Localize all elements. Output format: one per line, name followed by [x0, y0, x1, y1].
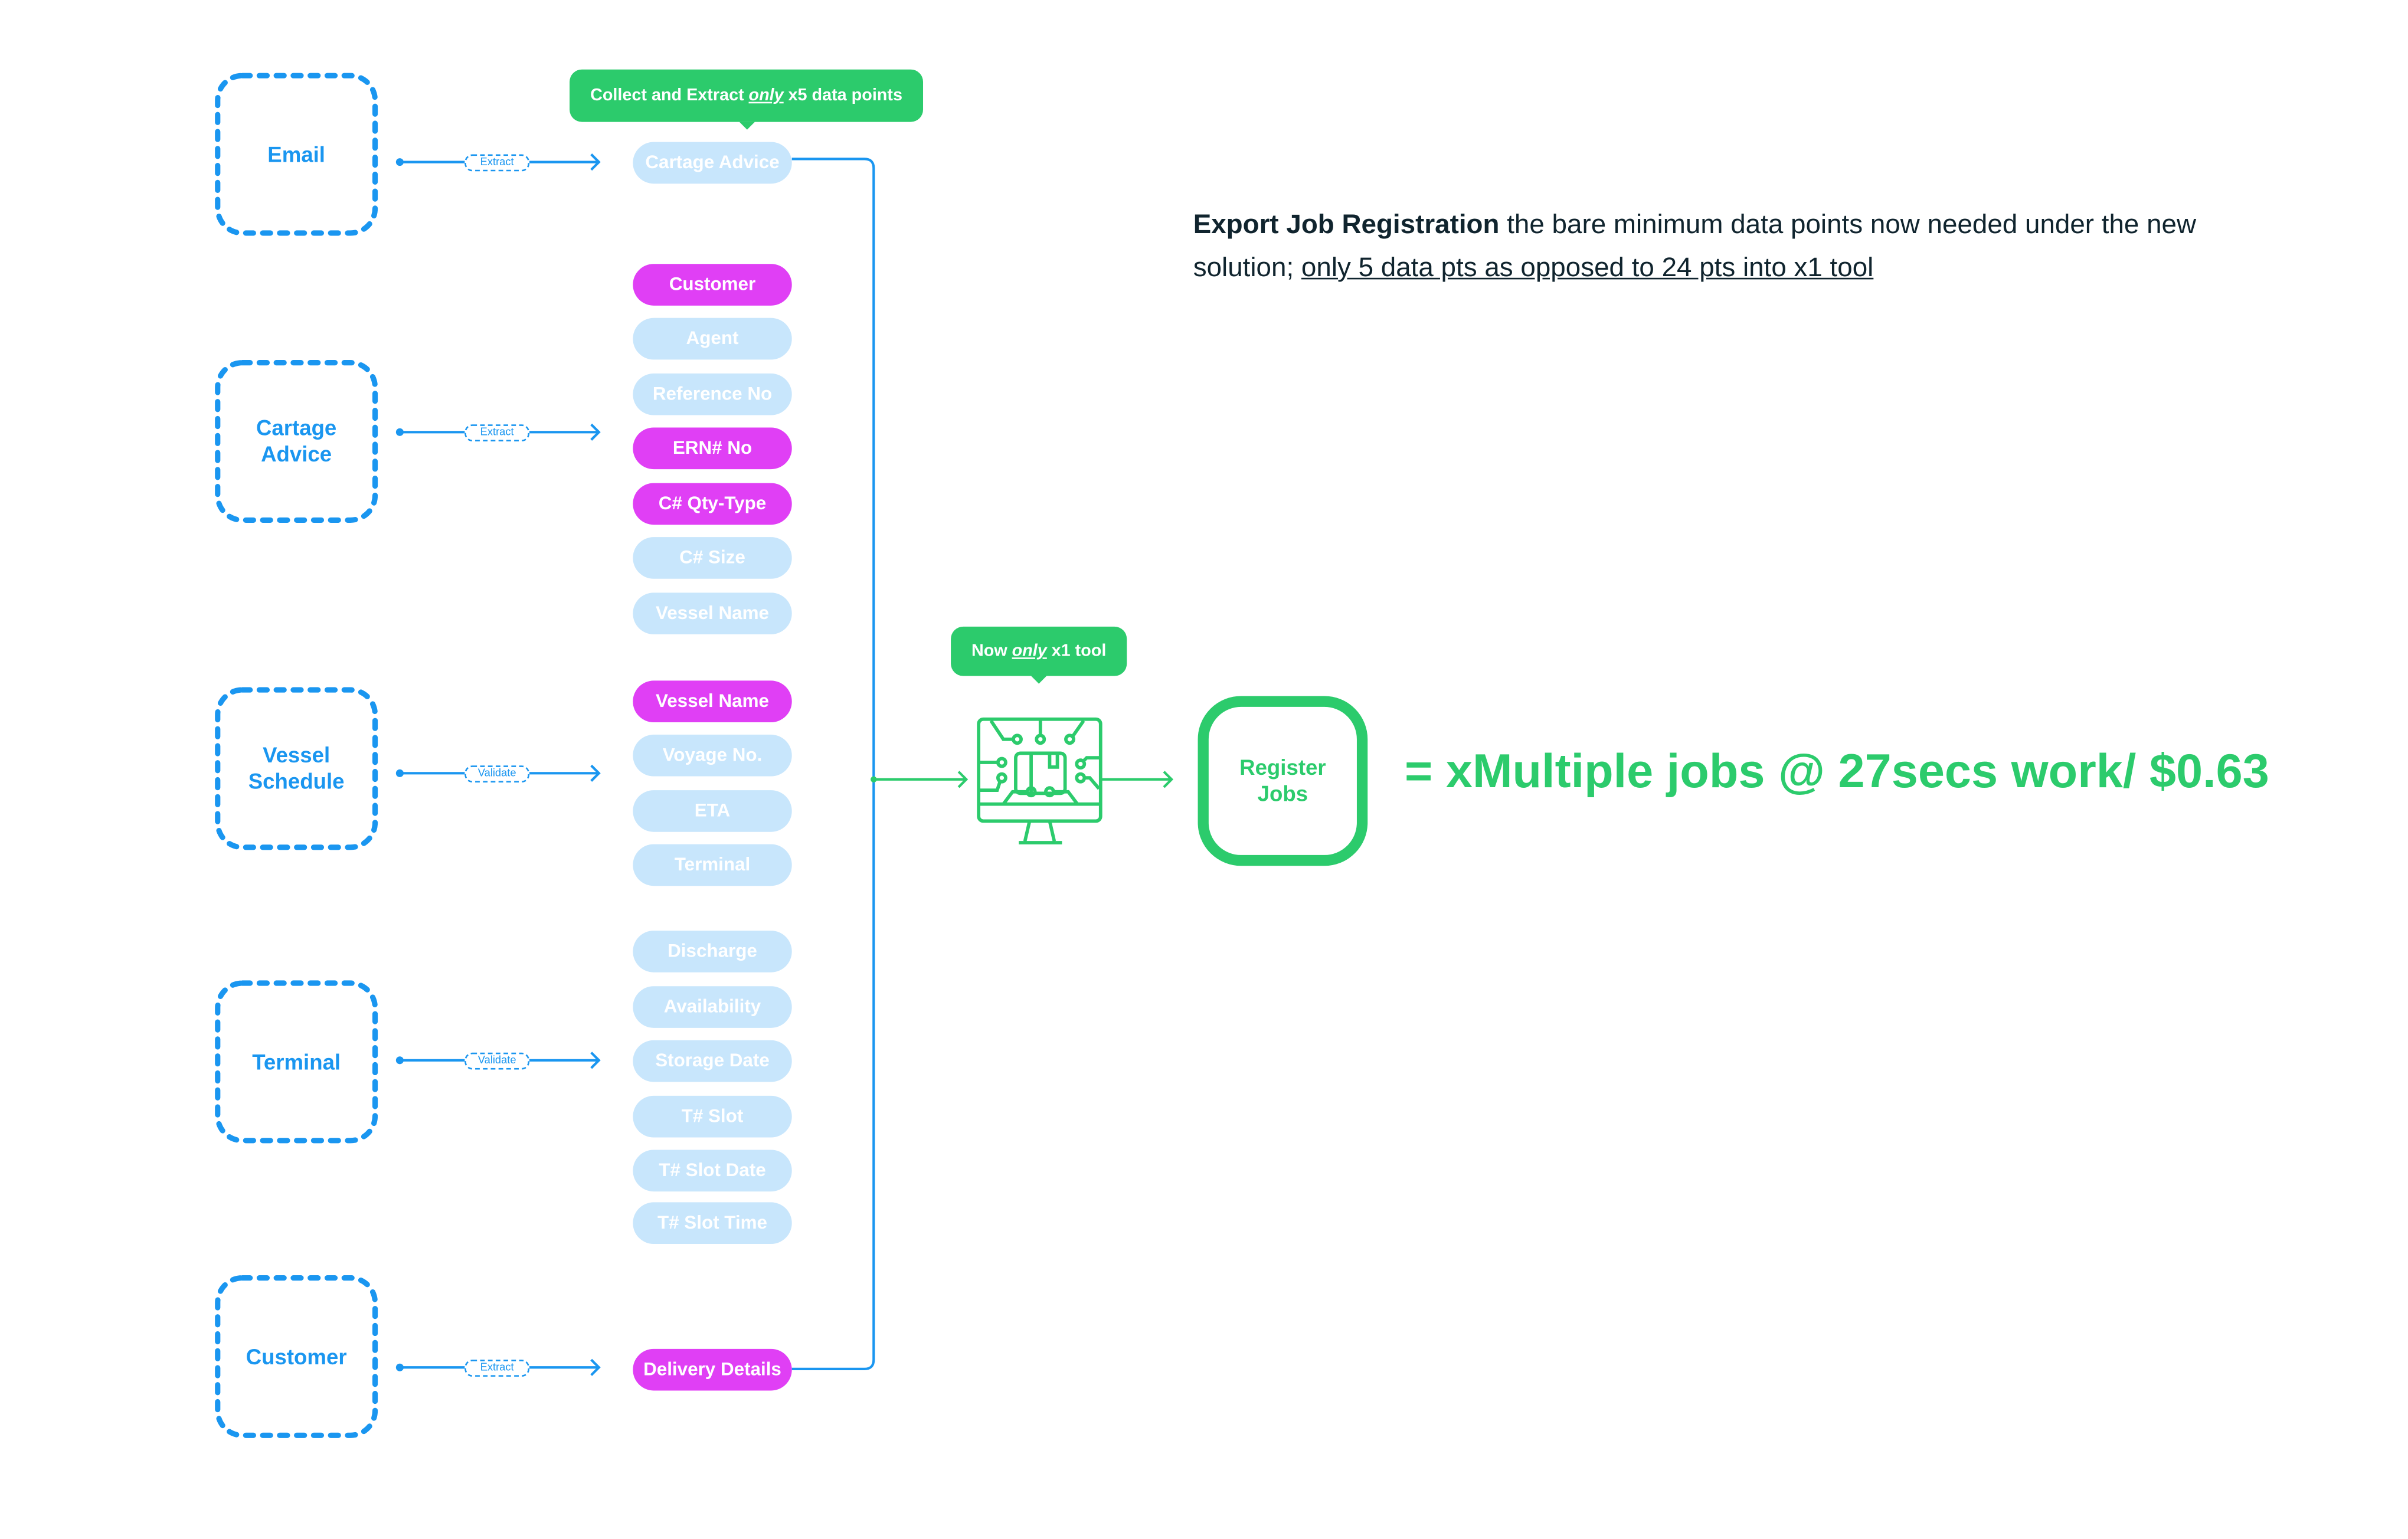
data-point-pill-selected: Delivery Details	[633, 1348, 792, 1391]
data-point-pill-selected: Vessel Name	[633, 680, 792, 723]
data-point-pill: Voyage No.	[633, 734, 792, 777]
source-email: Email	[215, 73, 378, 236]
callout-text: Collect and Extract	[590, 86, 744, 105]
connector-cartage-advice: Extract	[394, 421, 604, 443]
data-point-pill: Cartage Advice	[633, 142, 792, 184]
data-point-pill-selected: C# Qty-Type	[633, 483, 792, 525]
source-label: Customer	[246, 1343, 347, 1368]
data-point-pill-selected: ERN# No	[633, 427, 792, 470]
arrow-to-tool	[873, 771, 969, 788]
action-tag: Extract	[464, 154, 530, 172]
source-label: Email	[267, 141, 325, 166]
source-label: Vessel Schedule	[248, 742, 345, 794]
source-cartage-advice: Cartage Advice	[215, 359, 378, 523]
data-point-pill: Discharge	[633, 931, 792, 972]
data-point-pill: T# Slot Time	[633, 1202, 792, 1245]
connector-terminal: Validate	[394, 1049, 604, 1071]
source-vessel-schedule: Vessel Schedule	[215, 687, 378, 850]
callout-emphasis: only	[1012, 642, 1047, 661]
register-label: Jobs	[1257, 781, 1308, 806]
action-tag: Extract	[464, 1360, 530, 1377]
action-tag: Extract	[464, 424, 530, 442]
data-point-pill: C# Size	[633, 537, 792, 579]
callout-text: x1 tool	[1051, 642, 1107, 661]
connector-email: Extract	[394, 151, 604, 173]
register-jobs-box: Register Jobs	[1198, 696, 1368, 866]
callout-emphasis: only	[748, 86, 784, 105]
data-point-pill: Vessel Name	[633, 592, 792, 634]
callout-tool: Now only x1 tool	[951, 626, 1127, 684]
description: Export Job Registration the bare minimum…	[1193, 202, 2274, 289]
connector-vessel-schedule: Validate	[394, 762, 604, 784]
register-label: Register	[1239, 754, 1326, 780]
source-customer: Customer	[215, 1275, 378, 1438]
data-point-pill: ETA	[633, 790, 792, 832]
arrow-to-register	[1102, 771, 1174, 788]
merge-line	[791, 158, 875, 1370]
source-terminal: Terminal	[215, 980, 378, 1144]
connector-customer: Extract	[394, 1357, 604, 1378]
callout-text: Now	[971, 642, 1007, 661]
data-point-pill: Availability	[633, 986, 792, 1028]
data-point-pill: Storage Date	[633, 1040, 792, 1082]
data-point-pill: Terminal	[633, 844, 792, 886]
data-point-pill: Agent	[633, 317, 792, 360]
data-point-pill-selected: Customer	[633, 264, 792, 306]
description-highlight: only 5 data pts as opposed to 24 pts int…	[1301, 251, 1874, 283]
action-tag: Validate	[464, 1052, 530, 1070]
source-label: Terminal	[252, 1049, 341, 1074]
result-text: = xMultiple jobs @ 27secs work/ $0.63	[1405, 744, 2269, 798]
computer-circuit-icon	[977, 717, 1102, 844]
callout-collect: Collect and Extract only x5 data points	[570, 69, 924, 130]
action-tag: Validate	[464, 765, 530, 783]
data-point-pill: Reference No	[633, 373, 792, 415]
diagram: Email Cartage Advice Vessel Schedule Ter…	[0, 0, 2408, 1539]
data-point-pill: T# Slot Date	[633, 1150, 792, 1192]
source-label: Cartage Advice	[256, 415, 337, 466]
callout-text: x5 data points	[788, 86, 902, 105]
data-point-pill: T# Slot	[633, 1095, 792, 1138]
description-title: Export Job Registration	[1193, 208, 1500, 240]
